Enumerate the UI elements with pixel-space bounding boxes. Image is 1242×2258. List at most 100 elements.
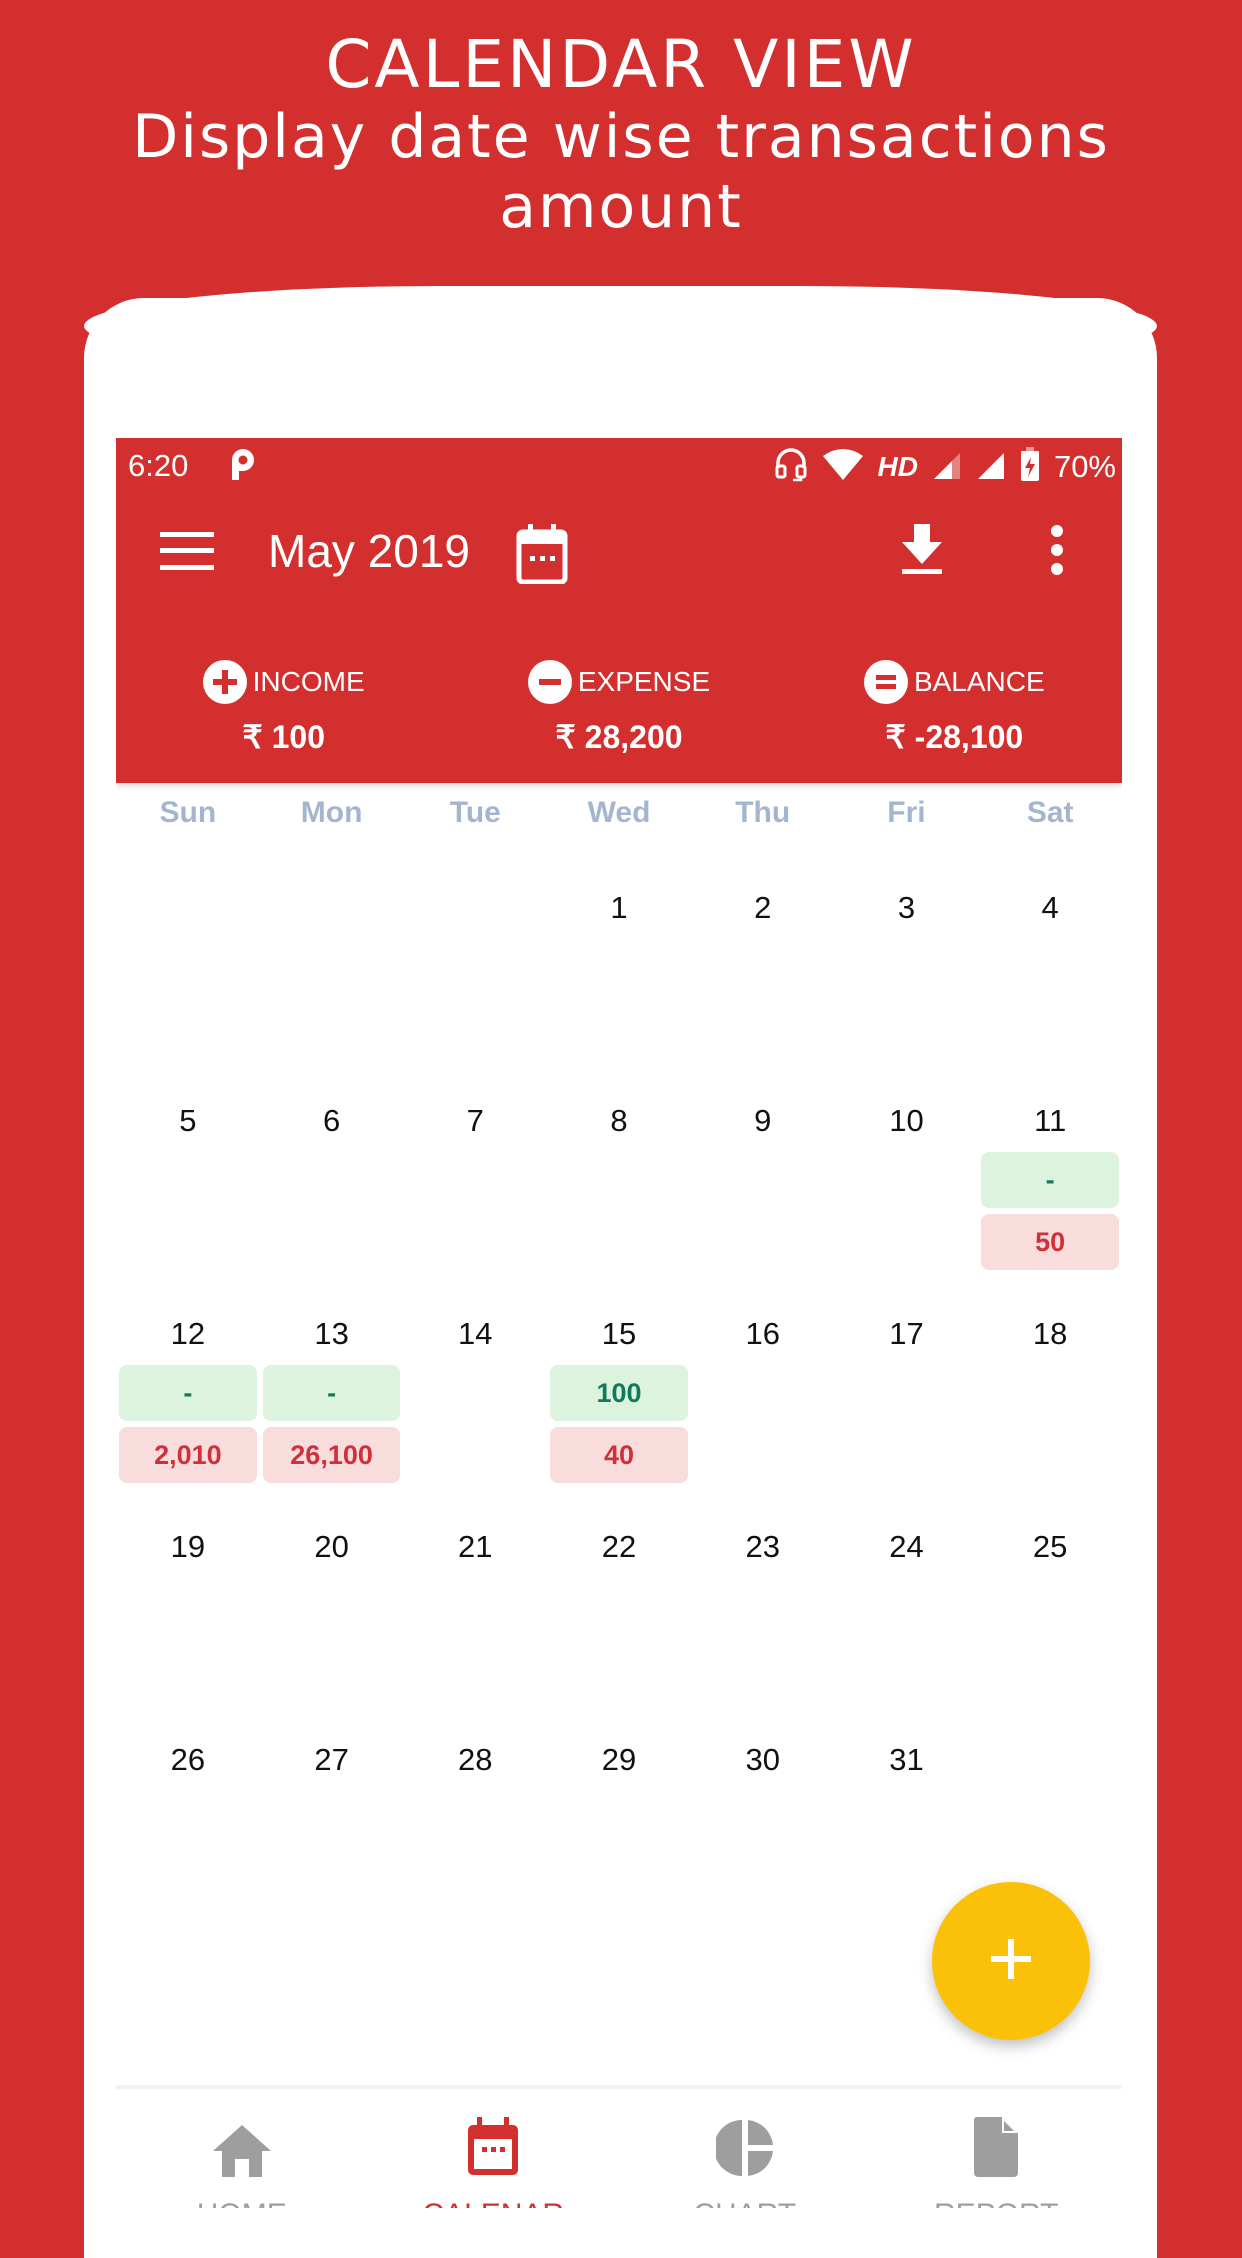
weekday-label: Sun	[159, 796, 217, 829]
day-number: 26	[170, 1742, 206, 1777]
day-number: 19	[170, 1529, 206, 1564]
equals-circle-icon	[863, 660, 908, 704]
expense-summary: EXPENSE ₹ 28,200	[451, 660, 786, 780]
calendar-day-cell[interactable]: 16	[691, 1309, 835, 1522]
bottom-navigation: HOME CALENAR CHART REPORT	[116, 2098, 1122, 2208]
plus-circle-icon	[202, 660, 247, 704]
day-number: 28	[458, 1742, 493, 1777]
calendar-week-row: 1 2 3 4	[116, 883, 1122, 1096]
hd-icon: HD	[877, 450, 918, 482]
calendar-day-cell[interactable]: 14	[403, 1309, 547, 1522]
calendar-day-cell[interactable]: 29	[547, 1735, 691, 1948]
minus-circle-icon	[527, 660, 572, 704]
calendar-day-cell[interactable]: 10	[835, 1096, 979, 1309]
day-number	[978, 1735, 1122, 1785]
day-number: 13	[314, 1316, 349, 1351]
nav-item-calendar[interactable]: CALENAR	[368, 2098, 620, 2208]
calendar-day-cell[interactable]: 2	[691, 883, 835, 1096]
balance-value: ₹ -28,100	[885, 719, 1024, 755]
bottom-nav-divider	[116, 2085, 1122, 2089]
balance-label: BALANCE	[913, 666, 1045, 697]
expense-amount-chip[interactable]: 2,010	[119, 1427, 257, 1483]
nav-label-chart: CHART	[619, 2198, 871, 2208]
day-number: 23	[745, 1529, 780, 1564]
home-icon	[212, 2125, 271, 2182]
calendar-empty-cell	[403, 883, 547, 1096]
calendar-day-cell[interactable]: 23	[691, 1522, 835, 1735]
calendar-day-cell[interactable]: 3	[835, 883, 979, 1096]
calendar-day-cell[interactable]: 5	[116, 1096, 260, 1309]
battery-percent: 70%	[1053, 448, 1116, 484]
calendar-picker-icon[interactable]	[516, 524, 568, 589]
income-amount-chip[interactable]: -	[981, 1152, 1120, 1208]
day-number: 30	[745, 1742, 780, 1777]
calendar-day-cell[interactable]: 19	[116, 1522, 260, 1735]
calendar-day-cell[interactable]: 30	[691, 1735, 835, 1948]
calendar-day-cell[interactable]: 8	[547, 1096, 691, 1309]
calendar-day-cell[interactable]: 21	[403, 1522, 547, 1735]
calendar-day-cell[interactable]: 24	[835, 1522, 979, 1735]
calendar-day-cell[interactable]: 18	[978, 1309, 1122, 1522]
hamburger-menu-icon[interactable]	[160, 532, 214, 575]
income-amount-chip[interactable]: -	[262, 1365, 401, 1421]
promo-subheading-line1: Display date wise transactions	[132, 102, 1110, 172]
calendar-day-cell[interactable]: 15 100 40	[547, 1309, 691, 1522]
calendar-day-cell[interactable]: 26	[116, 1735, 260, 1948]
app-bar: 6:20 HD 70% May 2019 INCOME ₹ 100 EXPENS…	[116, 438, 1122, 783]
calendar-day-cell[interactable]: 7	[403, 1096, 547, 1309]
calendar-day-cell[interactable]: 9	[691, 1096, 835, 1309]
calendar-empty-cell	[260, 883, 404, 1096]
calendar-day-cell[interactable]: 1	[547, 883, 691, 1096]
calendar-day-cell[interactable]: 6	[260, 1096, 404, 1309]
day-number: 7	[466, 1103, 484, 1138]
calendar-day-cell[interactable]: 17	[835, 1309, 979, 1522]
add-transaction-button[interactable]	[932, 1882, 1090, 2040]
income-amount-chip[interactable]: 100	[550, 1365, 688, 1421]
status-icons: HD 70%	[774, 446, 1116, 487]
weekday-label: Sat	[1026, 796, 1074, 829]
expense-amount-chip[interactable]: 40	[550, 1427, 688, 1483]
calendar-day-cell[interactable]: 11 - 50	[978, 1096, 1122, 1309]
day-number: 4	[1041, 890, 1059, 925]
weekday-label: Tue	[449, 796, 501, 829]
nav-item-report[interactable]: REPORT	[871, 2098, 1123, 2208]
expense-amount-chip[interactable]: 26,100	[262, 1427, 401, 1483]
more-vertical-icon[interactable]	[1050, 524, 1064, 581]
day-number: 18	[1032, 1316, 1068, 1351]
month-title[interactable]: May 2019	[268, 524, 470, 578]
calendar-week-row: 12-2,010 13-26,100 14 15 100 40 16 17 18	[116, 1309, 1122, 1522]
nav-label-report: REPORT	[871, 2198, 1123, 2208]
nav-item-home[interactable]: HOME	[116, 2098, 368, 2208]
calendar-day-cell[interactable]: 12 - 2,010	[116, 1309, 260, 1522]
calendar-grid: 1 2 3 4 5 6 7 8 9 10 11-50 12-2,010 13-26,100 14 15 100…	[116, 883, 1122, 1948]
calendar-day-cell[interactable]: 25	[978, 1522, 1122, 1735]
day-number: 12	[170, 1316, 206, 1351]
calendar-day-cell[interactable]: 4	[978, 883, 1122, 1096]
calendar-day-cell[interactable]: 13 - 26,100	[260, 1309, 404, 1522]
nav-item-chart[interactable]: CHART	[619, 2098, 871, 2208]
income-amount-chip[interactable]: -	[119, 1365, 257, 1421]
day-number: 17	[889, 1316, 924, 1351]
day-number: 21	[458, 1529, 493, 1564]
calendar-day-cell[interactable]: 22	[547, 1522, 691, 1735]
calendar-day-cell[interactable]: 27	[260, 1735, 404, 1948]
weekday-label: Thu	[735, 796, 791, 829]
signal-icon	[932, 449, 962, 484]
weekday-header: Sun Mon Tue Wed Thu Fri Sat	[116, 796, 1122, 830]
expense-amount-chip[interactable]: 50	[981, 1214, 1120, 1270]
weekday-label: Wed	[587, 796, 651, 829]
download-icon[interactable]	[900, 524, 944, 581]
calendar-day-cell[interactable]: 20	[260, 1522, 404, 1735]
headset-icon	[774, 446, 808, 487]
battery-charging-icon	[1020, 447, 1040, 486]
day-number	[116, 883, 260, 933]
day-number: 29	[601, 1742, 637, 1777]
plus-icon	[989, 1937, 1033, 1986]
calendar-day-cell[interactable]: 28	[403, 1735, 547, 1948]
calendar-icon	[466, 2117, 520, 2182]
day-number: 22	[601, 1529, 637, 1564]
day-number: 3	[897, 890, 916, 925]
day-number: 20	[314, 1529, 349, 1564]
promo-heading: CALENDAR VIEW	[325, 26, 917, 103]
nav-label-calendar: CALENAR	[368, 2198, 620, 2208]
